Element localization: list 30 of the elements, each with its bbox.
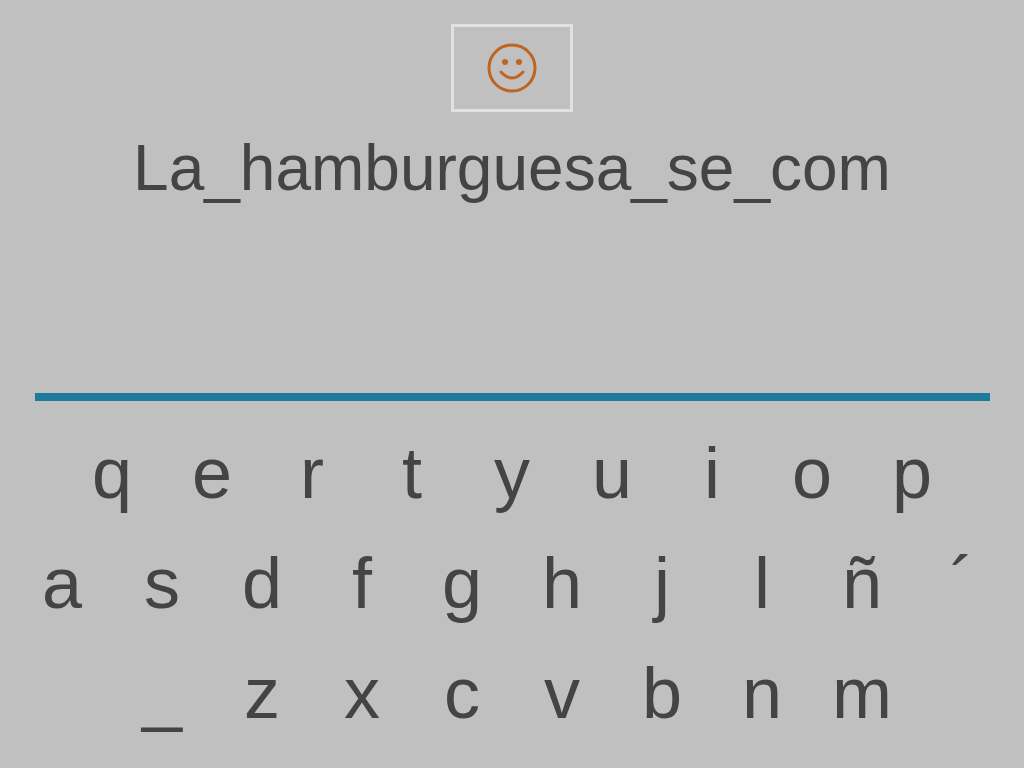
key[interactable]: p [862,428,962,518]
key[interactable]: f [312,538,412,628]
answer-text: La_hamburguesa_se_com [133,131,891,206]
key[interactable]: v [512,648,612,738]
key[interactable]: i [662,428,762,518]
key[interactable]: ´ [912,538,1012,628]
key[interactable]: b [612,648,712,738]
key[interactable]: t [362,428,462,518]
key[interactable]: x [312,648,412,738]
key[interactable]: j [612,538,712,628]
key[interactable]: n [712,648,812,738]
key[interactable]: c [412,648,512,738]
key[interactable]: g [412,538,512,628]
smiley-icon [486,42,538,94]
key[interactable]: y [462,428,562,518]
key[interactable]: m [812,648,912,738]
key[interactable]: d [212,538,312,628]
key[interactable]: ñ [812,538,912,628]
key[interactable]: z [212,648,312,738]
key[interactable]: r [262,428,362,518]
key[interactable]: o [762,428,862,518]
key[interactable]: h [512,538,612,628]
key[interactable]: e [162,428,262,518]
key[interactable]: u [562,428,662,518]
key[interactable]: a [12,538,112,628]
key[interactable]: _ [112,648,212,738]
key[interactable]: q [62,428,162,518]
key[interactable]: s [112,538,212,628]
key[interactable]: l [712,538,812,628]
smiley-button[interactable] [451,24,573,112]
